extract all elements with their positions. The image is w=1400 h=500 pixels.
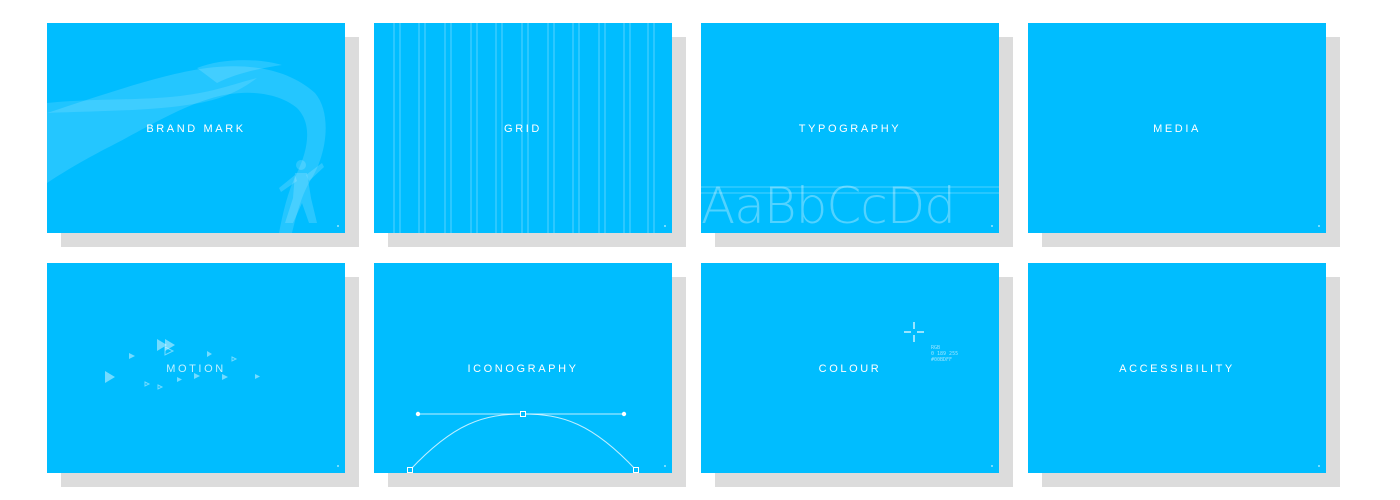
tile-brand-mark[interactable]: BRAND MARK [47,23,345,233]
tile-label-grid: GRID [504,123,542,135]
tile-typography[interactable]: AaBbCcDd TYPOGRAPHY [701,23,999,233]
corner-dot [1318,225,1320,227]
colour-values-note: RGB 0 189 255 #00BDFF [931,345,958,363]
tile-label-brand-mark: BRAND MARK [146,123,246,135]
corner-dot [991,225,993,227]
tile-label-media: MEDIA [1153,123,1201,135]
corner-dot [991,465,993,467]
tile-motion[interactable]: MOTION [47,263,345,473]
corner-dot [664,225,666,227]
corner-dot [664,465,666,467]
tile-label-accessibility: ACCESSIBILITY [1119,363,1235,375]
tile-label-colour: COLOUR [818,363,882,375]
tile-label-motion: MOTION [166,363,226,375]
tile-media[interactable]: MEDIA [1028,23,1326,233]
corner-dot [1318,465,1320,467]
tile-label-typography: TYPOGRAPHY [798,123,902,135]
tile-colour[interactable]: RGB 0 189 255 #00BDFF COLOUR [701,263,999,473]
corner-dot [337,465,339,467]
tile-grid[interactable]: GRID [374,23,672,233]
tile-label-iconography: ICONOGRAPHY [467,363,579,375]
tile-iconography[interactable]: ICONOGRAPHY [374,263,672,473]
corner-dot [337,225,339,227]
typography-specimen: AaBbCcDd [701,177,956,233]
tile-accessibility[interactable]: ACCESSIBILITY [1028,263,1326,473]
